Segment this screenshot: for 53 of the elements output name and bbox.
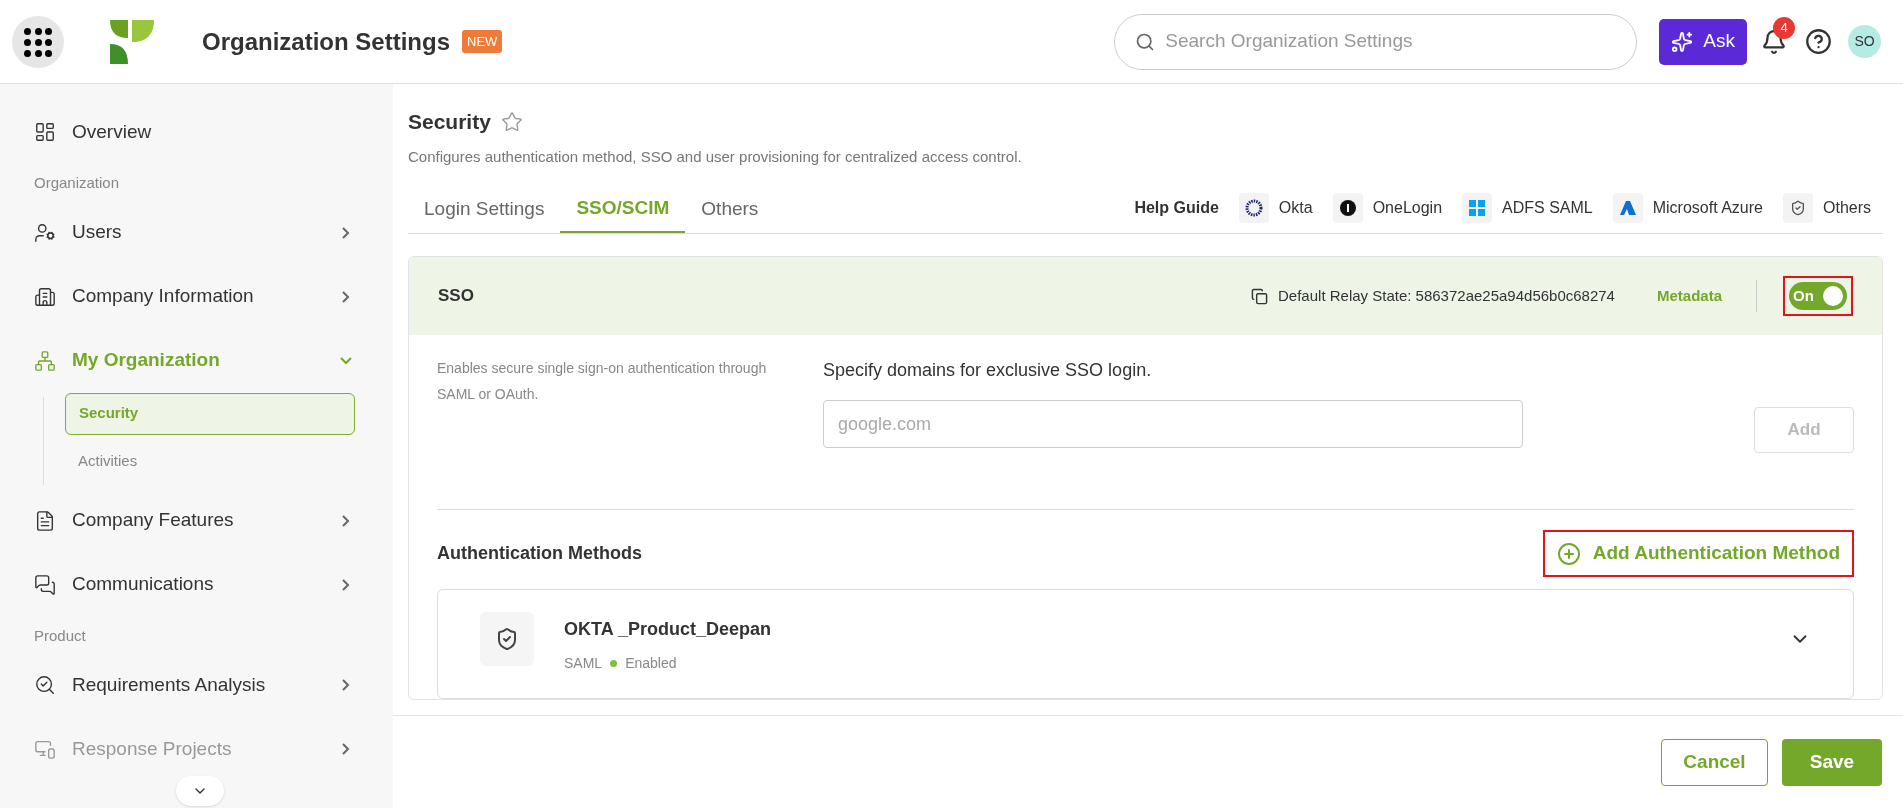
sso-description: Enables secure single sign-on authentication through SAML or OAuth. (437, 359, 768, 404)
section-label: Product (34, 625, 87, 646)
app-title: Organization Settings (202, 26, 450, 57)
triangle-logo-icon (1619, 200, 1636, 216)
auth-methods-title: Authentication Methods (437, 542, 642, 565)
copy-icon[interactable] (1251, 287, 1268, 305)
chat-bubbles-icon (34, 573, 56, 596)
help-guide-label: Help Guide (1134, 198, 1219, 218)
user-gear-icon (34, 221, 56, 244)
nav-item[interactable]: Company Information (34, 264, 355, 329)
help-guide-link[interactable]: ADFS SAML (1462, 193, 1593, 223)
domain-input[interactable]: google.com (823, 400, 1523, 448)
hierarchy-icon (34, 349, 56, 372)
search-icon (1135, 31, 1156, 52)
dashboard-icon (34, 121, 56, 143)
tab[interactable]: Others (685, 185, 775, 233)
plus-circle-icon (1556, 541, 1581, 566)
page-description: Configures authentication method, SSO and user provisioning for centralized access control. (408, 146, 1023, 167)
new-badge: NEW (462, 29, 503, 54)
sunburst-logo-icon (1244, 199, 1263, 217)
method-name: OKTA _Product_Deepan (564, 618, 772, 641)
devices-icon (34, 738, 56, 760)
nav-item[interactable]: Overview (34, 100, 355, 164)
help-icon[interactable] (1805, 28, 1832, 55)
nav-item[interactable]: Communications (34, 552, 355, 617)
page-title: Security (408, 109, 491, 135)
help-guide-link[interactable]: Others (1783, 193, 1871, 223)
method-type: SAML (564, 654, 603, 673)
help-guide-link[interactable]: Okta (1238, 193, 1313, 223)
tab[interactable]: Login Settings (408, 185, 561, 233)
help-guide-link[interactable]: Microsoft Azure (1612, 193, 1763, 223)
windows-logo-icon (1469, 200, 1486, 216)
section-label: Organization (34, 173, 121, 193)
auth-method-card[interactable]: OKTA _Product_Deepan SAML Enabled (437, 589, 1854, 699)
relay-state: Default Relay State: 586372ae25a94d56b0c68274 (1278, 285, 1615, 306)
sso-title: SSO (438, 285, 474, 308)
circle-logo-icon (1339, 200, 1356, 216)
user-avatar[interactable]: SO (1848, 25, 1881, 58)
nav-item[interactable]: Users (34, 200, 355, 265)
method-status: Enabled (625, 654, 677, 673)
nav-item[interactable]: Requirements Analysis (34, 653, 355, 717)
help-guide-link[interactable]: OneLogin (1332, 193, 1443, 223)
building-icon (34, 285, 56, 308)
star-icon[interactable] (500, 110, 523, 133)
ask-button[interactable]: Ask (1659, 18, 1747, 65)
notification-count: 4 (1773, 16, 1795, 39)
shield-check-icon (1790, 200, 1806, 216)
domains-label: Specify domains for exclusive SSO login. (823, 359, 1153, 382)
search-input[interactable]: Search Organization Settings (1165, 27, 1617, 56)
app-launcher-button[interactable] (12, 15, 64, 68)
shield-check-icon (495, 627, 519, 651)
sparkle-icon (1671, 30, 1694, 53)
nav-item[interactable]: Company Features (34, 488, 355, 553)
